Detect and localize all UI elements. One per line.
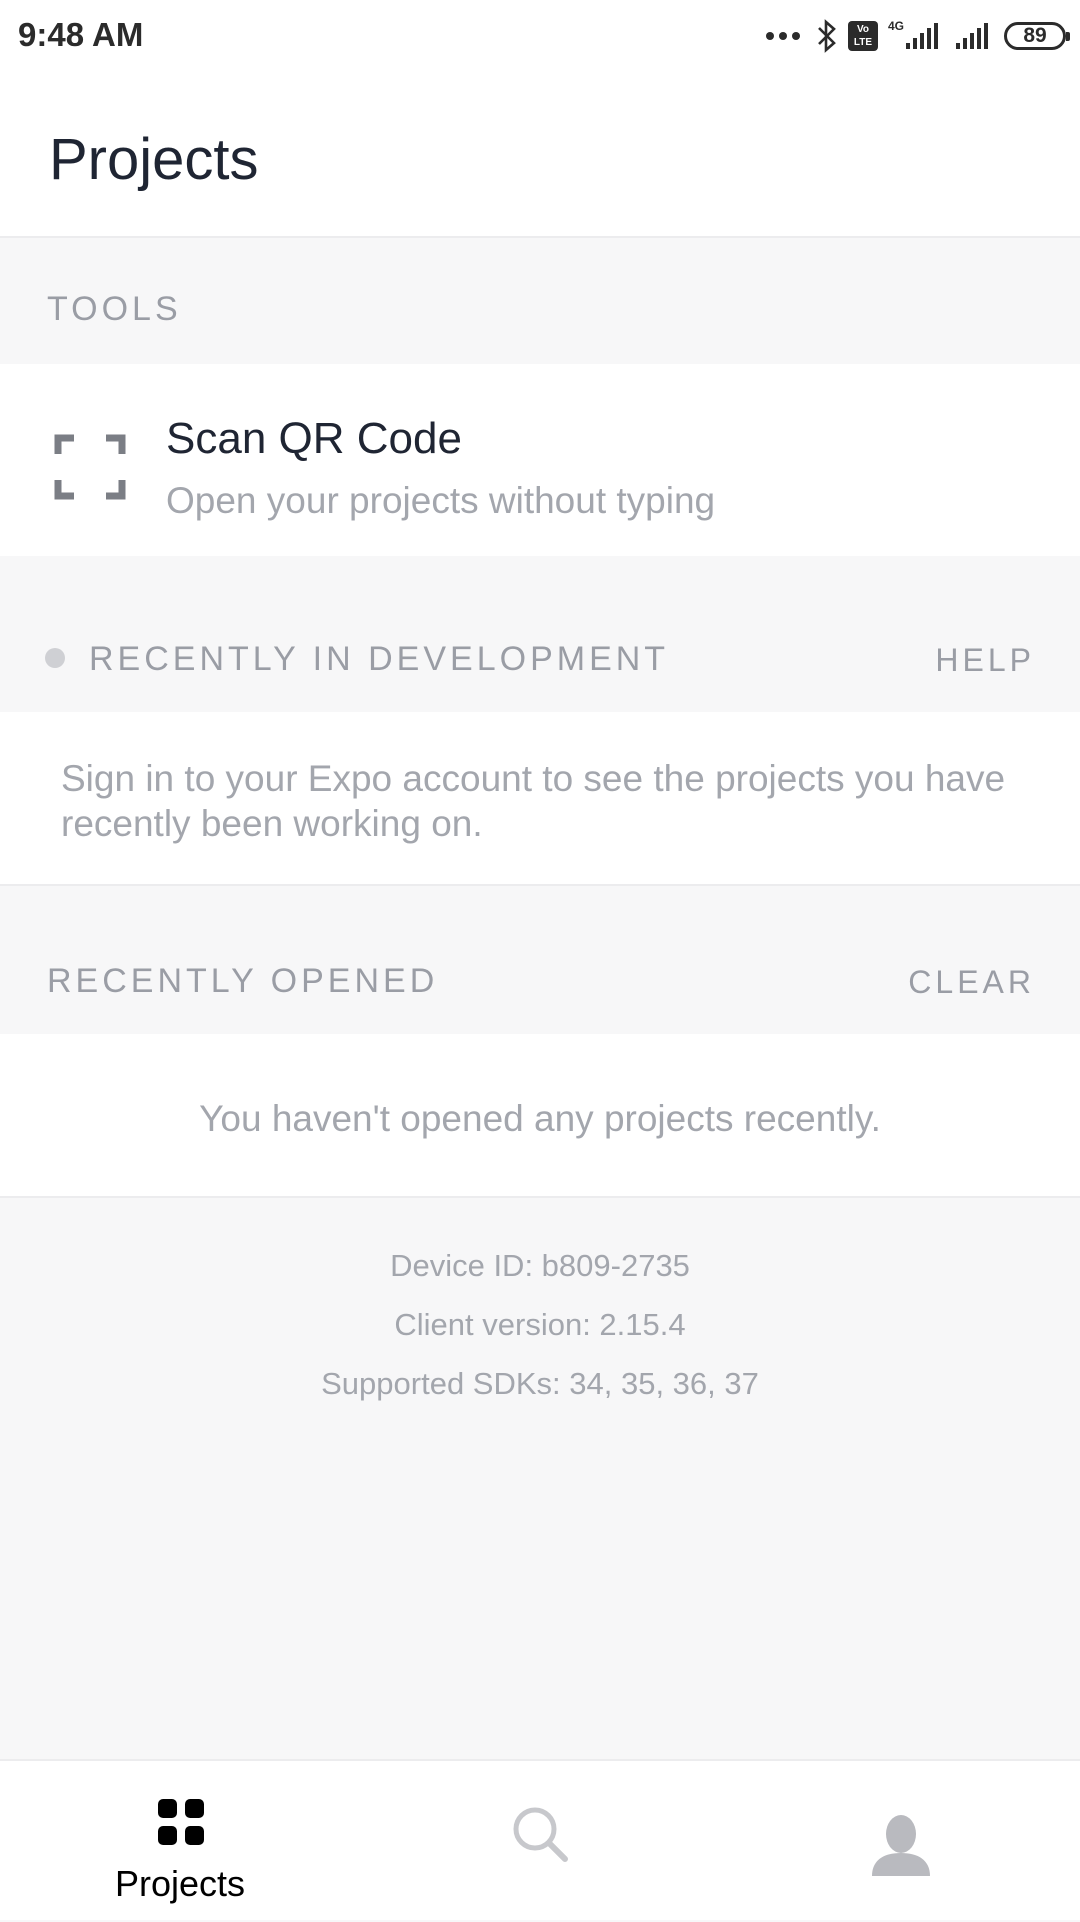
signal-icon	[906, 23, 938, 49]
tab-search[interactable]	[460, 1761, 620, 1922]
tools-section-title: TOOLS	[47, 290, 182, 328]
help-button[interactable]: HELP	[935, 642, 1035, 679]
status-icons: Vo LTE 4G 89	[765, 16, 1070, 56]
header: Projects	[0, 74, 1080, 238]
bluetooth-icon	[818, 19, 836, 53]
signin-message: Sign in to your Expo account to see the …	[61, 758, 1006, 844]
grid-icon	[158, 1799, 204, 1845]
search-icon	[513, 1807, 568, 1862]
qr-scan-icon[interactable]	[54, 434, 126, 500]
recent-empty-message: You haven't opened any projects recently…	[199, 1098, 881, 1139]
development-section-header: RECENTLY IN DEVELOPMENT HELP	[0, 556, 1080, 712]
network-type: 4G	[887, 19, 904, 33]
client-version: Client version: 2.15.4	[394, 1307, 686, 1342]
volte-icon: Vo LTE	[847, 21, 878, 51]
recent-section-title: RECENTLY OPENED	[47, 962, 439, 1000]
status-time: 9:48 AM	[18, 16, 144, 53]
status-bar: 9:48 AM Vo LTE 4G 89	[0, 0, 1080, 74]
recent-section-header: RECENTLY OPENED CLEAR	[0, 886, 1080, 1034]
status-dot	[45, 648, 65, 668]
signal-icon	[956, 23, 988, 49]
supported-sdks: Supported SDKs: 34, 35, 36, 37	[321, 1366, 759, 1401]
tab-projects[interactable]: Projects	[80, 1761, 280, 1922]
tools-section-header: TOOLS	[0, 240, 1080, 364]
device-id: Device ID: b809-2735	[390, 1248, 690, 1283]
tab-bar: Projects	[0, 1759, 1080, 1920]
scan-qr-row[interactable]	[0, 364, 1080, 556]
scan-qr-subtitle: Open your projects without typing	[166, 480, 716, 521]
scan-qr-title[interactable]: Scan QR Code	[166, 414, 462, 464]
profile-icon	[872, 1815, 930, 1876]
development-section-title: RECENTLY IN DEVELOPMENT	[89, 640, 670, 678]
tab-profile[interactable]	[820, 1761, 980, 1922]
clear-button[interactable]: CLEAR	[908, 964, 1035, 1001]
tab-projects-label: Projects	[114, 1863, 246, 1904]
battery-icon: 89	[1004, 22, 1070, 50]
dots-icon	[765, 32, 800, 40]
page-title: Projects	[49, 127, 259, 192]
